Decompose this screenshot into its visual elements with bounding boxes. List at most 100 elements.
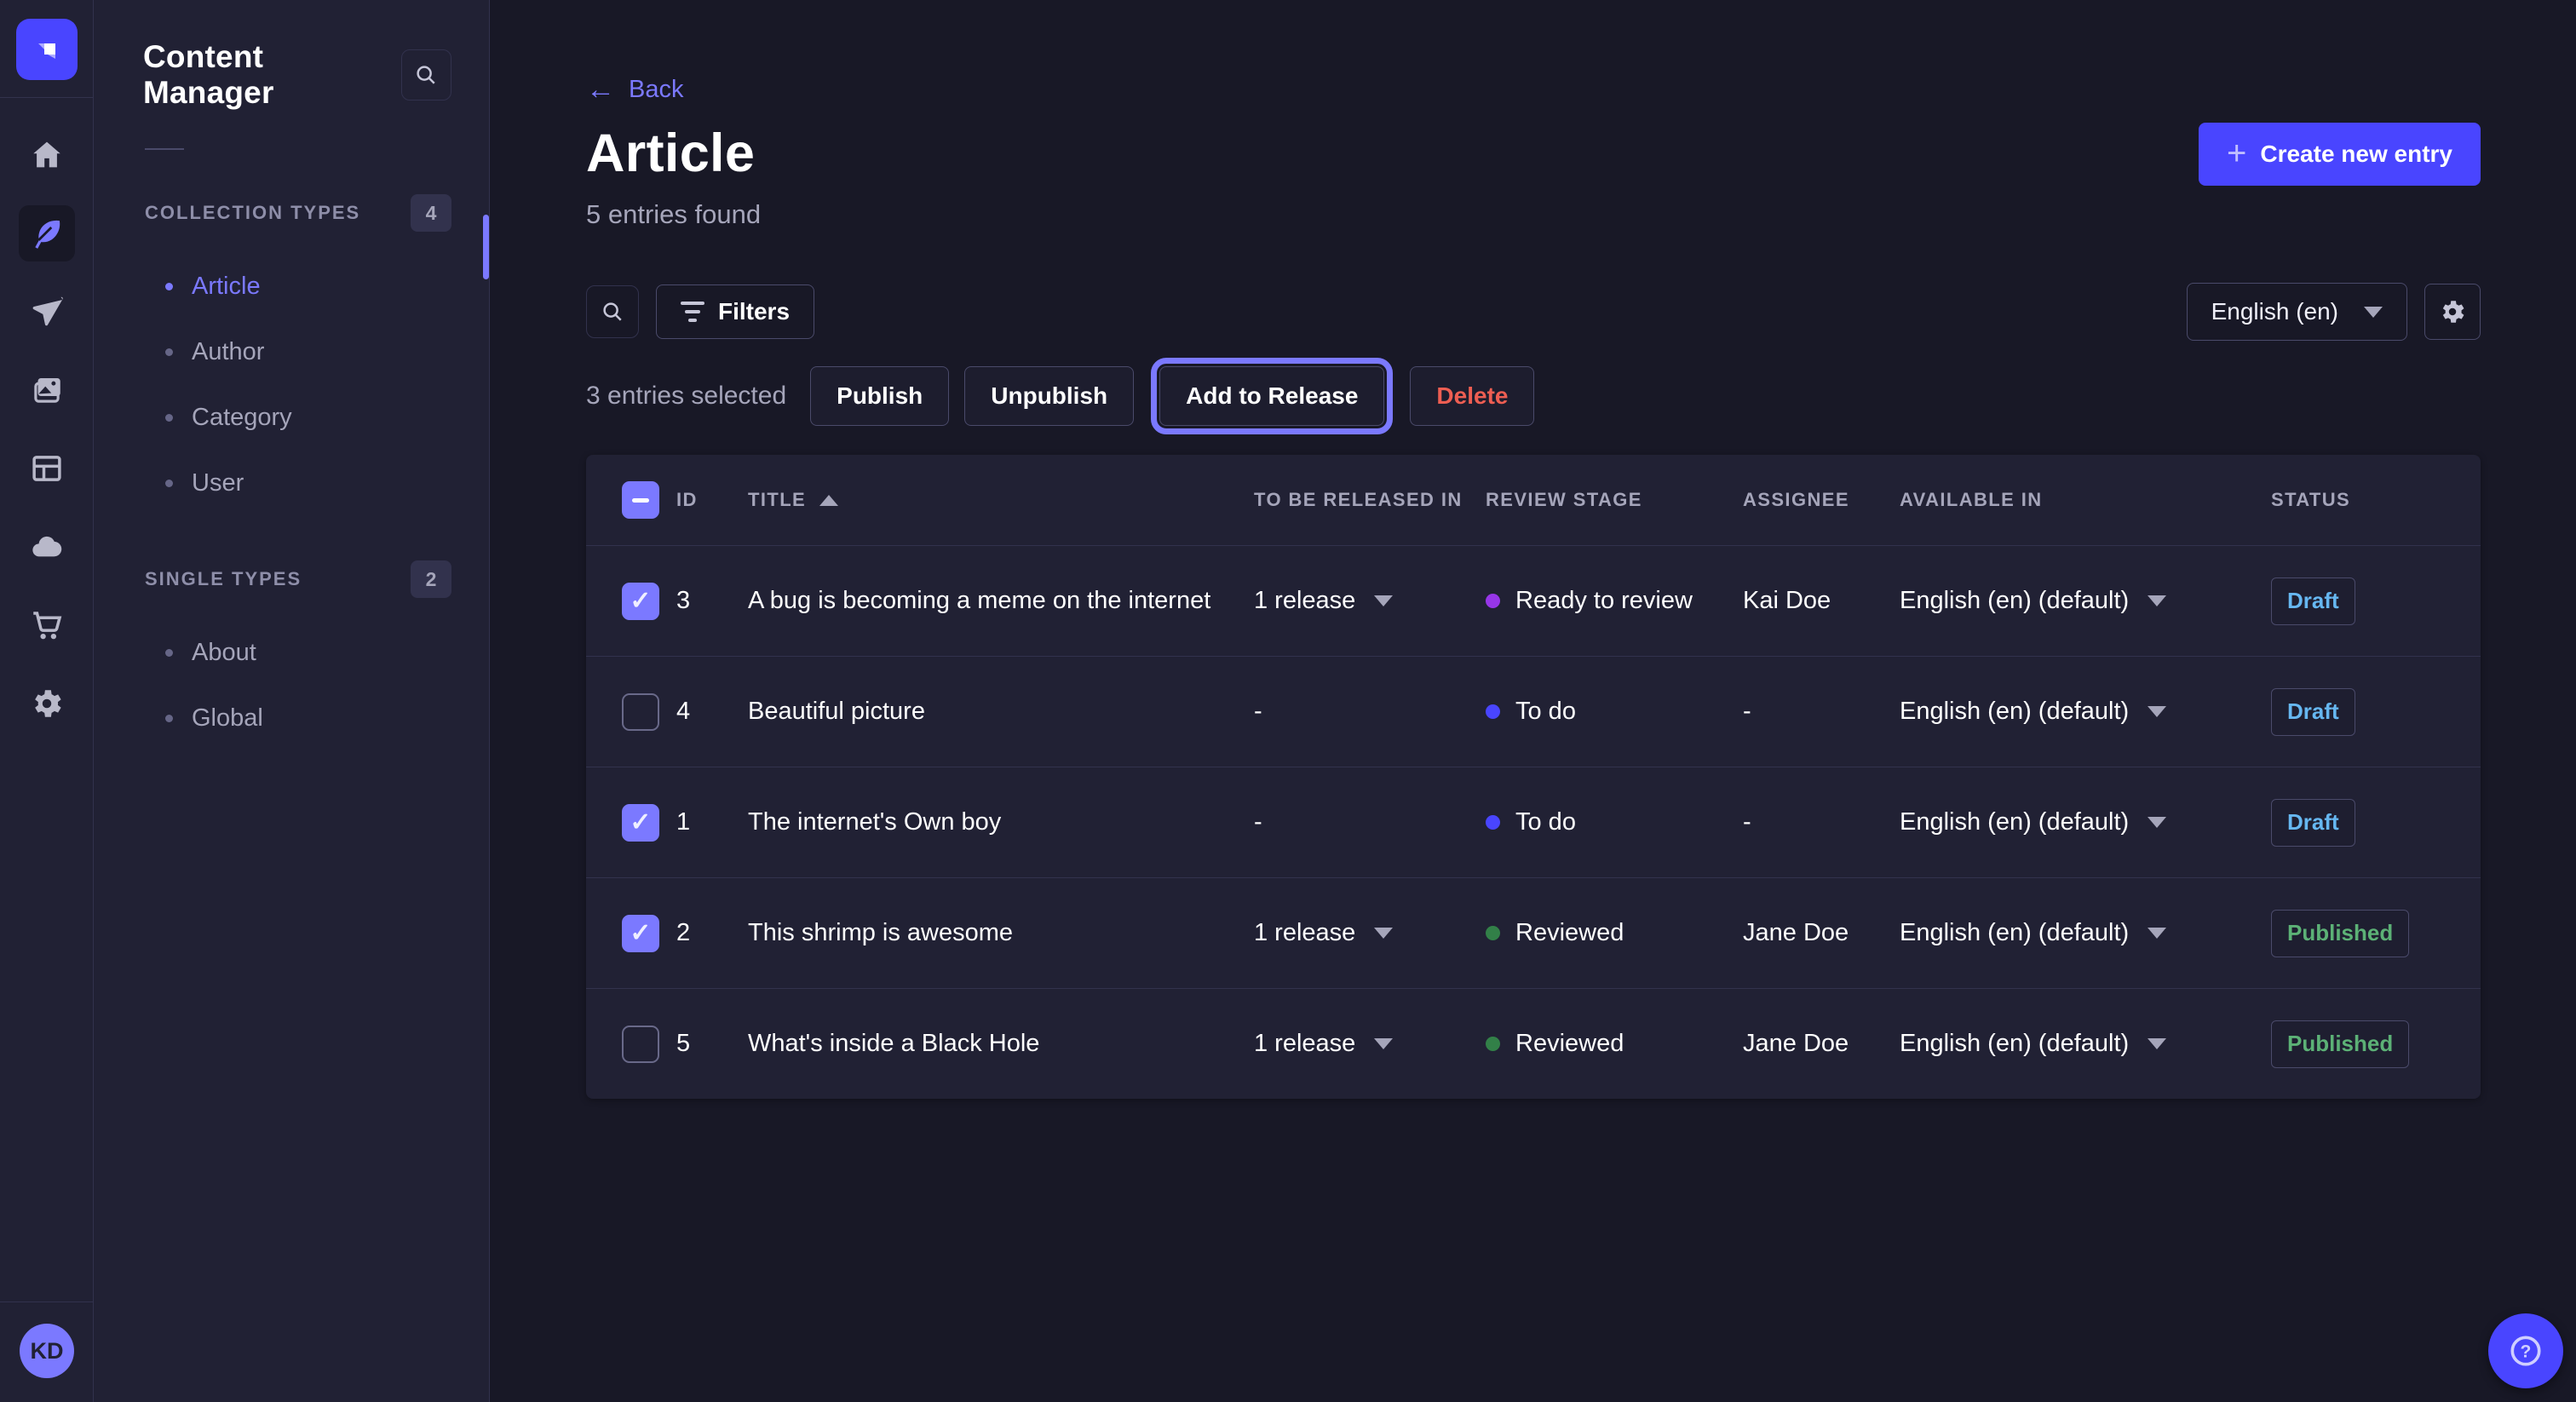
cell-id: 3 (676, 587, 748, 615)
filters-button[interactable]: Filters (656, 284, 814, 339)
nav-home-button[interactable] (19, 127, 75, 183)
nav-releases-button[interactable] (19, 284, 75, 340)
chevron-down-icon (2148, 706, 2166, 717)
publish-button[interactable]: Publish (810, 366, 949, 426)
cell-release[interactable]: 1 release (1254, 1030, 1486, 1058)
bullet-icon (165, 414, 173, 422)
cell-assignee: Kai Doe (1743, 587, 1900, 615)
column-header-id: ID (676, 489, 748, 511)
nav-content-type-builder-button[interactable] (19, 440, 75, 497)
unpublish-button[interactable]: Unpublish (964, 366, 1134, 426)
nav-marketplace-button[interactable] (19, 597, 75, 653)
cell-title: A bug is becoming a meme on the internet (748, 587, 1254, 615)
bullet-icon (165, 715, 173, 722)
search-icon (413, 62, 439, 88)
table-row[interactable]: 5 What's inside a Black Hole 1 release R… (586, 988, 2481, 1099)
list-search-button[interactable] (586, 285, 639, 338)
sidebar-item-author[interactable]: Author (94, 319, 489, 385)
status-badge: Published (2271, 910, 2409, 957)
back-link[interactable]: ← Back (586, 75, 683, 104)
chevron-down-icon (1374, 595, 1393, 606)
cell-status: Draft (2271, 799, 2447, 847)
sidebar-title: Content Manager (143, 39, 401, 111)
list-settings-button[interactable] (2424, 284, 2481, 340)
select-all-checkbox[interactable] (622, 481, 659, 519)
content-manager-sidebar: Content Manager COLLECTION TYPES 4 Artic… (94, 0, 490, 1402)
strapi-logo[interactable] (16, 19, 78, 80)
strapi-logo-glyph (30, 32, 64, 66)
cell-title: Beautiful picture (748, 698, 1254, 726)
cloud-icon (29, 529, 65, 565)
row-checkbox[interactable] (622, 693, 659, 731)
sidebar-item-about[interactable]: About (94, 620, 489, 686)
row-checkbox[interactable] (622, 1026, 659, 1063)
cell-release[interactable]: - (1254, 698, 1486, 726)
sort-asc-icon (819, 495, 838, 506)
column-header-title[interactable]: TITLE (748, 489, 1254, 511)
sidebar-item-label: Category (192, 404, 292, 432)
sidebar-item-article[interactable]: Article (94, 254, 489, 319)
cell-id: 4 (676, 698, 748, 726)
user-avatar[interactable]: KD (20, 1324, 74, 1378)
row-checkbox[interactable] (622, 583, 659, 620)
cell-release[interactable]: 1 release (1254, 587, 1486, 615)
stage-dot (1486, 1037, 1500, 1051)
column-header-release: TO BE RELEASED IN (1254, 489, 1486, 511)
cell-review-stage: Reviewed (1486, 1030, 1743, 1058)
main-navbar: KD (0, 0, 94, 1402)
status-badge: Draft (2271, 688, 2355, 736)
sidebar-item-user[interactable]: User (94, 451, 489, 516)
sidebar-item-label: Author (192, 338, 264, 366)
cell-locale[interactable]: English (en) (default) (1900, 587, 2271, 615)
shopping-cart-icon (29, 607, 65, 643)
sidebar-item-global[interactable]: Global (94, 686, 489, 751)
cell-release[interactable]: 1 release (1254, 919, 1486, 947)
sidebar-item-category[interactable]: Category (94, 385, 489, 451)
question-mark-icon: ? (2506, 1331, 2545, 1370)
cell-title: What's inside a Black Hole (748, 1030, 1254, 1058)
locale-select[interactable]: English (en) (2187, 283, 2407, 341)
table-row[interactable]: 2 This shrimp is awesome 1 release Revie… (586, 877, 2481, 988)
divider (145, 148, 184, 150)
nav-settings-button[interactable] (19, 675, 75, 732)
create-new-entry-button[interactable]: + Create new entry (2199, 123, 2481, 186)
help-button[interactable]: ? (2488, 1313, 2563, 1388)
status-badge: Published (2271, 1020, 2409, 1068)
section-label: COLLECTION TYPES (145, 202, 360, 224)
cell-status: Published (2271, 910, 2447, 957)
cell-release[interactable]: - (1254, 808, 1486, 836)
cell-locale[interactable]: English (en) (default) (1900, 1030, 2271, 1058)
nav-content-manager-button[interactable] (19, 205, 75, 261)
section-collection-types: COLLECTION TYPES 4 Article Author Catego… (94, 194, 489, 516)
count-badge: 2 (411, 560, 451, 598)
nav-deploy-button[interactable] (19, 519, 75, 575)
cell-title: This shrimp is awesome (748, 919, 1254, 947)
bullet-icon (165, 480, 173, 487)
column-header-available-in: AVAILABLE IN (1900, 489, 2271, 511)
row-checkbox[interactable] (622, 915, 659, 952)
cell-locale[interactable]: English (en) (default) (1900, 919, 2271, 947)
cell-review-stage: Reviewed (1486, 919, 1743, 947)
cell-locale[interactable]: English (en) (default) (1900, 808, 2271, 836)
add-to-release-button[interactable]: Add to Release (1159, 366, 1384, 426)
cell-id: 1 (676, 808, 748, 836)
table-row[interactable]: 3 A bug is becoming a meme on the intern… (586, 545, 2481, 656)
status-badge: Draft (2271, 799, 2355, 847)
cell-locale[interactable]: English (en) (default) (1900, 698, 2271, 726)
chevron-down-icon (2148, 928, 2166, 939)
layout-icon (29, 451, 65, 486)
row-checkbox[interactable] (622, 804, 659, 842)
chevron-down-icon (2148, 1038, 2166, 1049)
delete-button[interactable]: Delete (1410, 366, 1534, 426)
divider (0, 97, 94, 98)
active-item-indicator (483, 215, 489, 279)
gear-icon (29, 686, 65, 721)
sidebar-search-button[interactable] (401, 49, 451, 101)
table-row[interactable]: 1 The internet's Own boy - To do - Engli… (586, 767, 2481, 877)
cell-status: Published (2271, 1020, 2447, 1068)
cell-review-stage: To do (1486, 808, 1743, 836)
nav-media-library-button[interactable] (19, 362, 75, 418)
table-row[interactable]: 4 Beautiful picture - To do - English (e… (586, 656, 2481, 767)
column-header-review-stage: REVIEW STAGE (1486, 489, 1743, 511)
stage-dot (1486, 815, 1500, 830)
